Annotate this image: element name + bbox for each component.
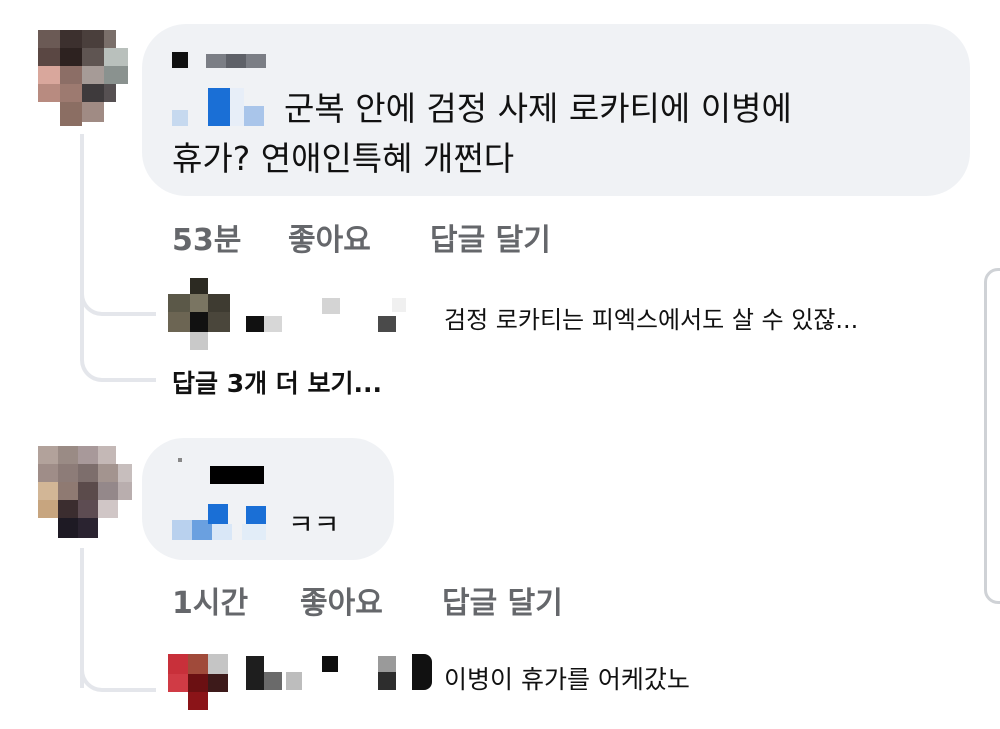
reply-text: 검정 로카티는 피엑스에서도 살 수 있잖... <box>444 306 859 334</box>
censored-name <box>178 458 182 462</box>
thread-connector <box>80 280 156 382</box>
comment-text: ㅋㅋ <box>288 508 340 541</box>
avatar[interactable] <box>38 30 128 126</box>
avatar[interactable] <box>168 654 228 710</box>
like-button[interactable]: 좋아요 <box>300 578 383 622</box>
timestamp[interactable]: 1시간 <box>172 578 248 622</box>
reply-text: 이병이 휴가를 어케갔노 <box>444 665 690 694</box>
comment-text: 휴가? 연애인특혜 개쩐다 <box>172 139 515 178</box>
censored-name <box>246 316 264 332</box>
reply-button[interactable]: 답글 달기 <box>430 215 551 259</box>
censored-tag <box>172 110 188 126</box>
timestamp[interactable]: 53분 <box>172 215 241 259</box>
like-button[interactable]: 좋아요 <box>288 215 371 259</box>
avatar[interactable] <box>38 446 132 538</box>
censored-name <box>246 656 264 690</box>
censored-tag <box>172 520 192 540</box>
comment-text: 군복 안에 검정 사제 로카티에 이병에 <box>284 89 792 128</box>
comment-bubble: ㅋㅋ <box>142 438 394 560</box>
censored-name <box>210 466 264 484</box>
view-more-replies-link[interactable]: 답글 3개 더 보기... <box>172 364 382 400</box>
comment-bubble: 군복 안에 검정 사제 로카티에 이병에 휴가? 연애인특혜 개쩐다 <box>142 24 970 196</box>
censored-name <box>172 52 188 68</box>
thread-connector <box>80 650 156 692</box>
scrollbar-handle[interactable] <box>984 268 1000 604</box>
avatar[interactable] <box>168 278 230 350</box>
reply-button[interactable]: 답글 달기 <box>442 578 563 622</box>
